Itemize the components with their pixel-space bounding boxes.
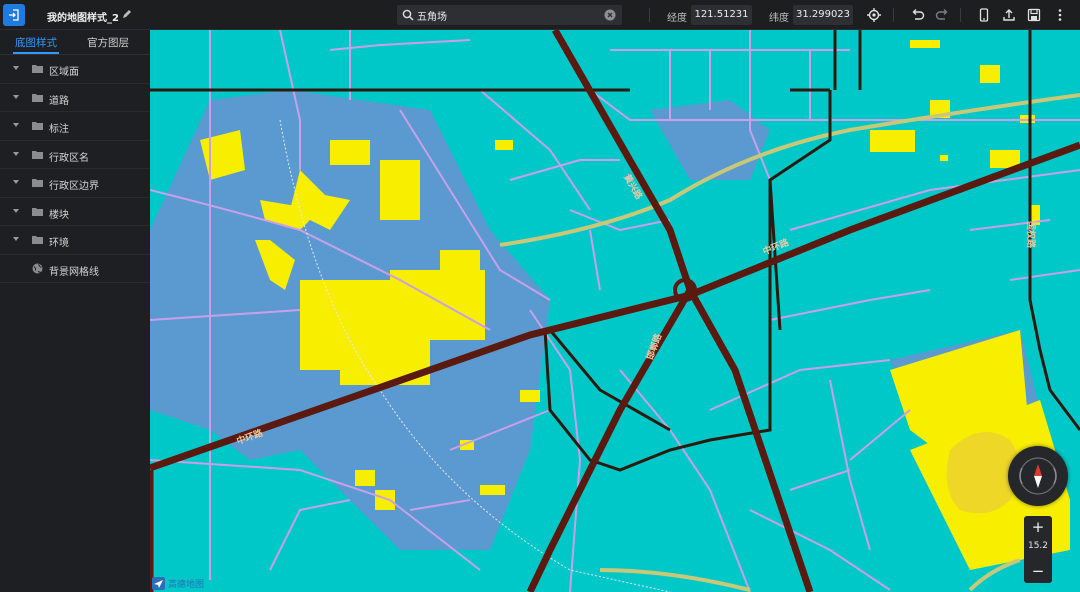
map-style-title: 我的地图样式_2: [47, 13, 119, 24]
style-sidebar: 底图样式 官方图层 区域面 道路 标注 行政区名 行政区边界 楼块 环境 背景网…: [0, 30, 150, 592]
caret-down-icon[interactable]: [13, 237, 19, 241]
clear-icon[interactable]: [604, 9, 616, 21]
layer-item-district-names[interactable]: 行政区名: [0, 141, 150, 169]
road-label: 国权路: [1025, 220, 1036, 249]
latitude-label: 纬度: [769, 13, 789, 24]
tab-official-layers[interactable]: 官方图层: [87, 35, 129, 50]
layer-label: 背景网格线: [49, 266, 99, 278]
globe-icon: [32, 263, 43, 273]
layer-item-buildings[interactable]: 楼块: [0, 198, 150, 226]
pencil-icon[interactable]: [121, 8, 133, 20]
map-canvas[interactable]: 中环路 中环路 黄兴路 邯郸路 国权路 + 15.2 − 高德地图: [150, 30, 1080, 592]
tab-base-style[interactable]: 底图样式: [15, 35, 57, 50]
folder-icon: [32, 150, 43, 159]
map-render: [150, 30, 1080, 592]
layer-item-environment[interactable]: 环境: [0, 226, 150, 255]
layer-label: 道路: [49, 95, 69, 107]
zoom-in-button[interactable]: +: [1024, 517, 1052, 537]
folder-icon: [32, 179, 43, 187]
layer-label: 行政区边界: [49, 181, 99, 192]
attribution-text: 高德地图: [168, 579, 205, 590]
zoom-control: + 15.2 −: [1024, 516, 1052, 583]
folder-icon: [32, 65, 43, 73]
caret-down-icon[interactable]: [13, 151, 19, 156]
redo-icon[interactable]: [934, 7, 950, 23]
divider: [960, 8, 961, 22]
layer-label: 区域面: [49, 67, 79, 78]
caret-down-icon[interactable]: [13, 208, 19, 213]
search-input[interactable]: [417, 5, 597, 25]
caret-down-icon[interactable]: [13, 180, 19, 184]
compass-control[interactable]: [1008, 446, 1068, 506]
longitude-label: 经度: [667, 13, 687, 24]
sidebar-tabs: 底图样式 官方图层: [0, 30, 150, 55]
layer-label: 标注: [49, 124, 69, 135]
longitude-field[interactable]: 121.51231: [691, 5, 752, 25]
layer-label: 行政区名: [49, 152, 89, 164]
caret-down-icon[interactable]: [13, 94, 19, 99]
folder-icon: [32, 122, 43, 130]
zoom-out-button[interactable]: −: [1024, 561, 1052, 581]
search-icon: [402, 9, 414, 21]
more-icon[interactable]: [1052, 7, 1068, 23]
locate-icon[interactable]: [866, 7, 882, 23]
search-box[interactable]: [397, 5, 622, 25]
active-tab-indicator: [13, 52, 59, 54]
mobile-preview-icon[interactable]: [976, 7, 992, 23]
layer-item-background-grid[interactable]: 背景网格线: [0, 255, 150, 283]
latitude-field[interactable]: 31.299023: [793, 5, 853, 25]
layer-item-labels[interactable]: 标注: [0, 112, 150, 141]
undo-icon[interactable]: [910, 7, 926, 23]
folder-icon: [32, 93, 43, 102]
upload-icon[interactable]: [1001, 7, 1017, 23]
layer-item-area[interactable]: 区域面: [0, 55, 150, 84]
layer-label: 楼块: [49, 209, 69, 221]
layer-item-roads[interactable]: 道路: [0, 84, 150, 112]
amap-logo-icon: [152, 576, 165, 590]
folder-icon: [32, 207, 43, 216]
zoom-level: 15.2: [1027, 541, 1049, 551]
layer-label: 环境: [49, 238, 69, 249]
folder-icon: [32, 236, 43, 244]
caret-down-icon[interactable]: [13, 123, 19, 127]
caret-down-icon[interactable]: [13, 66, 19, 70]
top-bar: 我的地图样式_2 经度 121.51231 纬度 31.299023: [0, 0, 1080, 30]
layer-item-district-borders[interactable]: 行政区边界: [0, 169, 150, 198]
exit-icon: [9, 9, 19, 21]
save-icon[interactable]: [1026, 7, 1042, 23]
map-attribution: 高德地图: [152, 576, 204, 590]
divider: [649, 8, 650, 22]
exit-button[interactable]: [3, 4, 25, 26]
divider: [893, 8, 894, 22]
compass-icon: [1019, 457, 1057, 495]
